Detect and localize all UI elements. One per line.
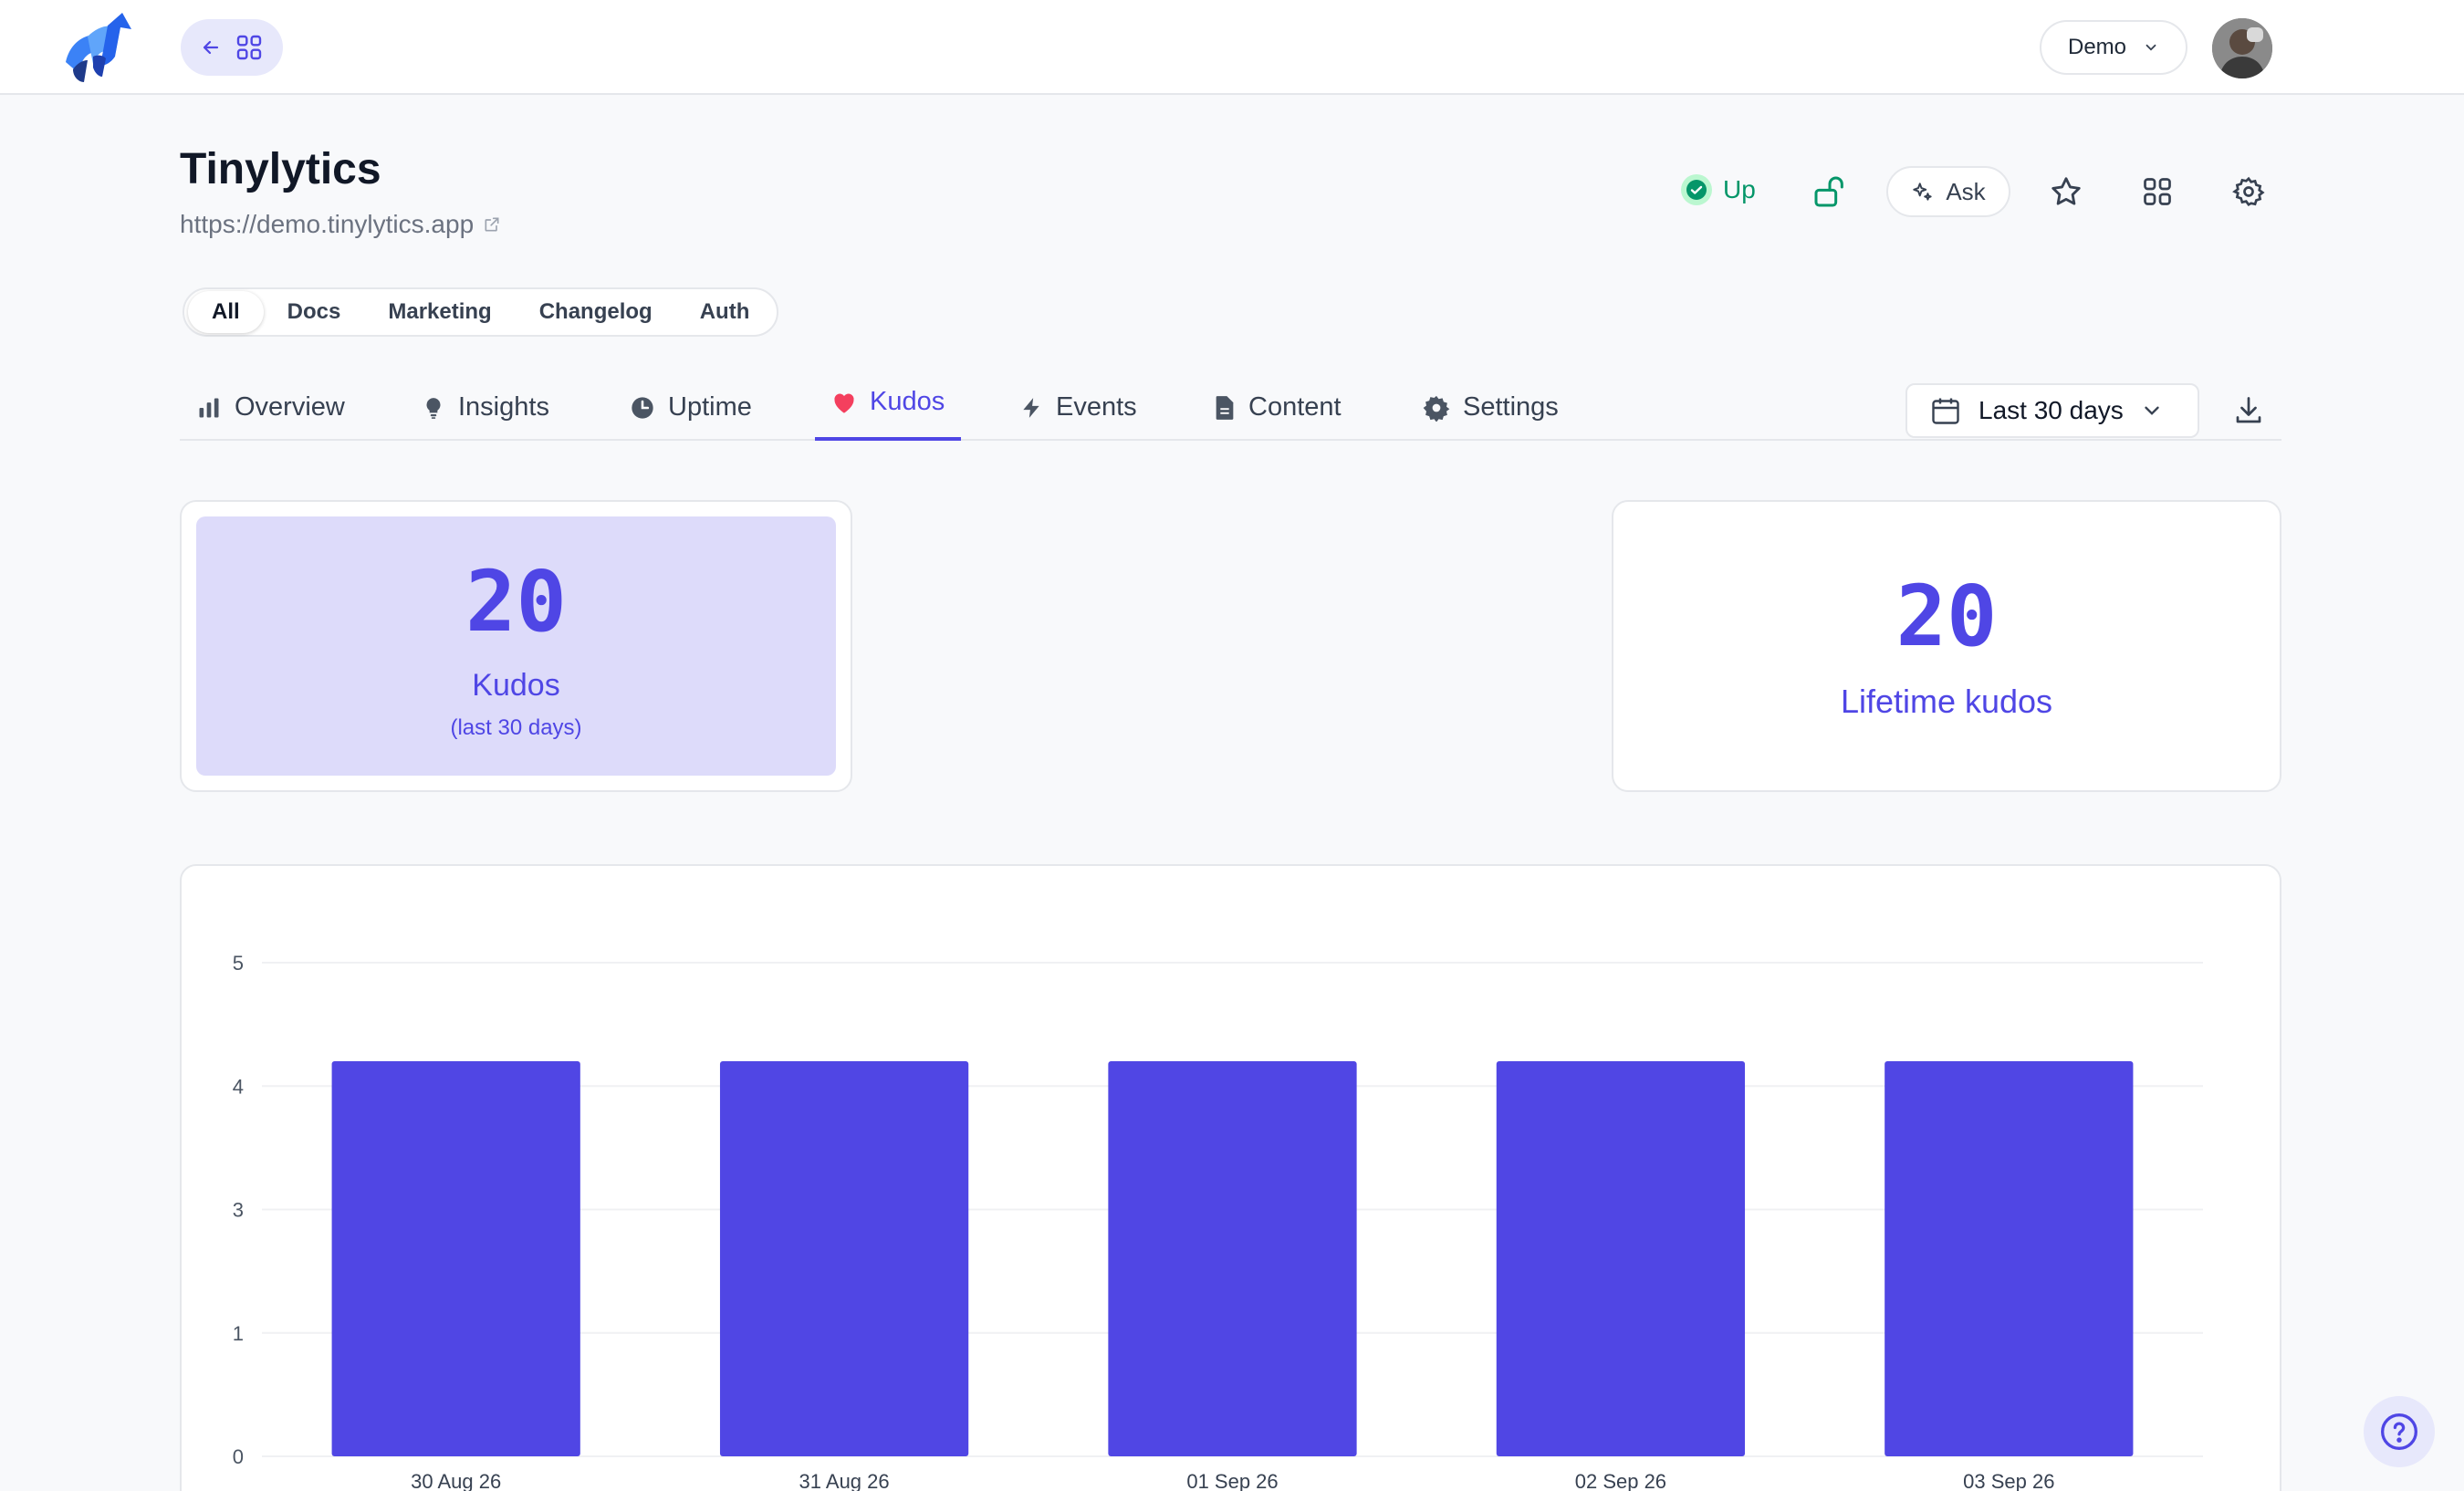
- avatar[interactable]: [2212, 18, 2272, 78]
- kudos-stat-highlight: 20 Kudos (last 30 days): [196, 516, 836, 776]
- site-settings-button[interactable]: [2221, 164, 2276, 219]
- grid-icon: [2144, 178, 2171, 205]
- tab-events-label: Events: [1056, 392, 1137, 422]
- grid-icon: [236, 35, 262, 60]
- chart-bar[interactable]: [331, 1061, 580, 1456]
- x-tick-label: 02 Sep 26: [1575, 1470, 1666, 1491]
- tab-events[interactable]: Events: [1019, 374, 1137, 441]
- dashboard-grid-button[interactable]: [2130, 164, 2185, 219]
- status-label: Up: [1723, 175, 1756, 203]
- tab-overview[interactable]: Overview: [196, 374, 345, 441]
- kudos-chart-card: 0 1 3 4 5 30 Aug 26 31 Aug 26 01 Sep 26 02 Sep 2…: [180, 864, 2281, 1491]
- bar-chart-icon: [199, 398, 219, 417]
- top-bar: Demo: [0, 0, 2464, 95]
- tab-uptime[interactable]: Uptime: [630, 374, 752, 441]
- tab-insights-label: Insights: [458, 392, 549, 422]
- help-icon: [2381, 1413, 2417, 1450]
- uptime-status-badge[interactable]: Up: [1668, 164, 1772, 215]
- chevron-down-icon: [2146, 44, 2156, 51]
- chart-bar[interactable]: [719, 1061, 969, 1456]
- y-tick-label: 3: [233, 1199, 244, 1222]
- kudos-period: (last 30 days): [450, 715, 582, 740]
- kudos-label: Kudos: [472, 668, 560, 703]
- tab-kudos[interactable]: Kudos: [815, 367, 962, 441]
- kudos-bar-chart: 0 1 3 4 5 30 Aug 26 31 Aug 26 01 Sep 26 02 Sep 2…: [233, 952, 2203, 1491]
- y-tick-label: 5: [233, 952, 244, 975]
- segment-changelog[interactable]: Changelog: [516, 291, 676, 333]
- sparkles-icon: [1913, 182, 1932, 201]
- lifetime-kudos-card: 20 Lifetime kudos: [1612, 500, 2281, 792]
- workspace-select[interactable]: Demo: [2040, 20, 2187, 75]
- date-range-label: Last 30 days: [1979, 396, 2124, 424]
- tab-content[interactable]: Content: [1214, 374, 1342, 441]
- x-tick-label: 01 Sep 26: [1186, 1470, 1278, 1491]
- external-link-icon: [485, 217, 499, 232]
- x-tick-label: 03 Sep 26: [1963, 1470, 2054, 1491]
- arrow-left-icon: [203, 40, 219, 55]
- tab-settings-label: Settings: [1463, 392, 1559, 422]
- tab-overview-label: Overview: [235, 392, 345, 422]
- heart-icon: [834, 393, 854, 413]
- date-range-select[interactable]: Last 30 days: [1905, 383, 2199, 438]
- segment-docs[interactable]: Docs: [264, 291, 365, 333]
- x-tick-label: 31 Aug 26: [799, 1470, 890, 1491]
- chart-bar[interactable]: [1885, 1061, 2134, 1456]
- gear-icon: [1423, 395, 1450, 422]
- page-title: Tinylytics: [180, 145, 381, 193]
- check-circle-icon: [1681, 174, 1712, 205]
- segment-auth[interactable]: Auth: [676, 291, 774, 333]
- gear-icon: [2232, 176, 2265, 207]
- lifetime-kudos-label: Lifetime kudos: [1840, 683, 2053, 720]
- lifetime-kudos-count: 20: [1895, 568, 1998, 665]
- document-icon: [1216, 395, 1234, 420]
- y-tick-label: 4: [233, 1075, 244, 1098]
- download-icon: [2236, 397, 2261, 423]
- favorite-button[interactable]: [2039, 164, 2093, 219]
- x-tick-label: 30 Aug 26: [411, 1470, 501, 1491]
- ask-button[interactable]: Ask: [1886, 166, 2010, 217]
- kudos-count: 20: [465, 553, 567, 651]
- lightbulb-icon: [426, 397, 441, 419]
- star-icon: [2052, 177, 2081, 205]
- chart-bar[interactable]: [1496, 1061, 1746, 1456]
- segment-filter: All Docs Marketing Changelog Auth: [183, 287, 779, 337]
- clock-icon: [632, 396, 653, 419]
- y-tick-label: 0: [233, 1445, 244, 1468]
- help-button[interactable]: [2364, 1396, 2435, 1467]
- kudos-stat-card: 20 Kudos (last 30 days): [180, 500, 852, 792]
- tab-content-label: Content: [1248, 392, 1342, 422]
- tab-uptime-label: Uptime: [668, 392, 752, 422]
- public-access-button[interactable]: [1802, 164, 1857, 219]
- tab-insights[interactable]: Insights: [422, 374, 549, 441]
- chevron-down-icon: [2145, 406, 2159, 415]
- avatar-image: [2212, 18, 2272, 78]
- chart-bar[interactable]: [1108, 1061, 1357, 1456]
- y-tick-label: 1: [233, 1322, 244, 1345]
- segment-all[interactable]: All: [188, 291, 264, 333]
- unlock-icon: [1814, 176, 1843, 207]
- logo-icon[interactable]: [60, 9, 141, 88]
- calendar-icon: [1932, 398, 1959, 424]
- site-url-link[interactable]: https://demo.tinylytics.app: [180, 210, 501, 239]
- tab-kudos-label: Kudos: [870, 387, 945, 416]
- export-button[interactable]: [2221, 383, 2276, 438]
- back-to-sites-button[interactable]: [181, 19, 283, 76]
- bolt-icon: [1023, 397, 1039, 418]
- workspace-label: Demo: [2067, 35, 2127, 59]
- ask-label: Ask: [1946, 177, 1986, 205]
- site-url-text: https://demo.tinylytics.app: [180, 210, 475, 238]
- segment-marketing[interactable]: Marketing: [364, 291, 515, 333]
- tab-settings[interactable]: Settings: [1423, 374, 1559, 441]
